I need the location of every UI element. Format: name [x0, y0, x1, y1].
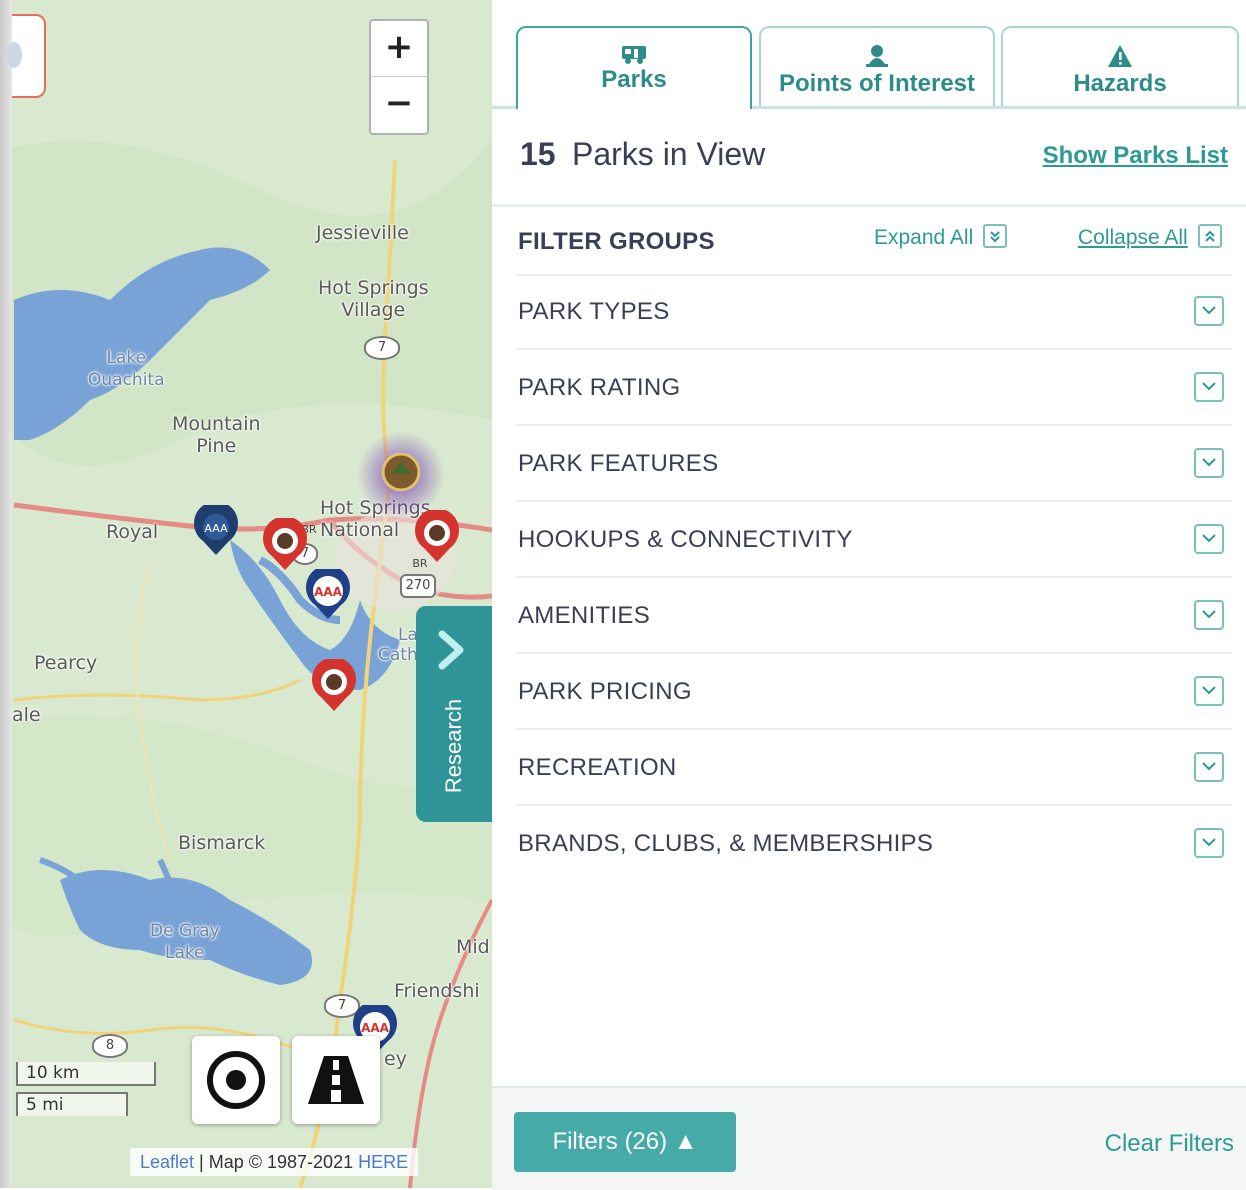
attribution-text: | Map © 1987-2021: [194, 1152, 359, 1172]
parks-count-label: Parks in View: [572, 136, 766, 172]
filter-label: AMENITIES: [518, 602, 651, 629]
chevron-down-icon: [1194, 752, 1224, 782]
filter-list: PARK TYPES PARK RATING PARK FEATURES HOO…: [516, 274, 1232, 880]
research-label: Research: [441, 698, 466, 794]
filter-park-types[interactable]: PARK TYPES: [516, 274, 1232, 350]
filter-label: BRANDS, CLUBS, & MEMBERSHIPS: [518, 830, 934, 857]
chevron-down-icon: [1194, 524, 1224, 554]
research-tab[interactable]: Research: [416, 606, 492, 822]
road-shield: 7: [364, 336, 400, 360]
road-shield: 270: [400, 574, 436, 598]
person-pin-icon: [866, 45, 888, 67]
place-label-cath: Cath: [378, 645, 418, 665]
filter-park-rating[interactable]: PARK RATING: [516, 350, 1232, 426]
park-marker[interactable]: [309, 659, 359, 713]
locate-button[interactable]: [192, 1036, 280, 1124]
tab-parks[interactable]: Parks: [516, 26, 752, 109]
zoom-out-button[interactable]: −: [371, 76, 427, 132]
expand-all-button[interactable]: Expand All: [874, 224, 1008, 250]
filter-label: PARK RATING: [518, 374, 681, 401]
park-marker[interactable]: [412, 510, 462, 564]
tab-bar: Parks Points of Interest Hazards: [492, 0, 1246, 109]
parks-count: 15: [520, 136, 556, 172]
place-label-friendship: Friendshi: [394, 980, 480, 1002]
chevron-down-icon: [1194, 448, 1224, 478]
warning-icon: [1108, 45, 1132, 67]
place-label-la: La: [398, 625, 418, 645]
chevron-down-icon: [1194, 600, 1224, 630]
road-shield: 8: [92, 1034, 128, 1058]
place-label-pearcy: Pearcy: [34, 652, 98, 674]
svg-text:AAA: AAA: [361, 1021, 390, 1035]
filter-label: PARK FEATURES: [518, 450, 719, 477]
place-label-ale: ale: [12, 704, 41, 726]
chevron-down-icon: [1194, 372, 1224, 402]
scale-mi: 5 mi: [16, 1092, 128, 1116]
filter-hookups-connectivity[interactable]: HOOKUPS & CONNECTIVITY: [516, 502, 1232, 578]
map-view[interactable]: + − Jessieville Hot Springs Village Lake…: [0, 0, 492, 1188]
map-control-button[interactable]: [6, 14, 46, 98]
svg-text:AAA: AAA: [204, 522, 228, 535]
filter-brands-clubs-memberships[interactable]: BRANDS, CLUBS, & MEMBERSHIPS: [516, 806, 1232, 880]
filter-label: RECREATION: [518, 754, 677, 781]
panel-footer: Filters (26) ▲ Clear Filters: [492, 1086, 1246, 1190]
filter-recreation[interactable]: RECREATION: [516, 730, 1232, 806]
place-label-de-gray-lake: De Gray Lake: [150, 921, 220, 963]
road-layer-button[interactable]: [292, 1036, 380, 1124]
filter-label: PARK TYPES: [518, 298, 670, 325]
chevron-right-icon: [438, 630, 464, 670]
aaa-marker[interactable]: AAA: [303, 569, 353, 621]
tab-label: Parks: [601, 66, 667, 93]
tab-label: Points of Interest: [778, 70, 976, 97]
filter-park-features[interactable]: PARK FEATURES: [516, 426, 1232, 502]
map-attribution: Leaflet | Map © 1987-2021 HERE: [130, 1148, 419, 1176]
parks-panel: Parks Points of Interest Hazards 15 Park…: [492, 0, 1246, 1190]
filter-groups-title: FILTER GROUPS: [518, 228, 715, 255]
zoom-control: + −: [369, 19, 429, 135]
road-icon: [308, 1056, 364, 1104]
collapse-all-button[interactable]: Collapse All: [1078, 224, 1222, 250]
place-label-royal: Royal: [106, 521, 159, 543]
svg-text:AAA: AAA: [314, 585, 343, 599]
expand-all-icon: [983, 224, 1008, 249]
tab-hazards[interactable]: Hazards: [1001, 26, 1239, 106]
filter-groups-header: FILTER GROUPS Expand All Collapse All: [516, 206, 1232, 276]
place-label-bismarck: Bismarck: [178, 832, 266, 854]
zoom-in-button[interactable]: +: [371, 21, 427, 76]
map-edge: [0, 0, 12, 1188]
show-parks-list-link[interactable]: Show Parks List: [1043, 142, 1228, 170]
collapse-all-label: Collapse All: [1078, 226, 1188, 249]
filter-amenities[interactable]: AMENITIES: [516, 578, 1232, 654]
tab-label: Hazards: [1073, 70, 1167, 97]
clear-filters-link[interactable]: Clear Filters: [1105, 1130, 1234, 1158]
chevron-down-icon: [1194, 828, 1224, 858]
filter-label: HOOKUPS & CONNECTIVITY: [518, 526, 853, 553]
place-label-mid: Mid: [456, 936, 490, 958]
collapse-all-icon: [1197, 224, 1222, 249]
filter-label: PARK PRICING: [518, 678, 692, 705]
leaflet-link[interactable]: Leaflet: [140, 1152, 194, 1172]
expand-all-label: Expand All: [874, 226, 974, 249]
here-link[interactable]: HERE: [358, 1152, 408, 1172]
rv-icon: [622, 46, 646, 64]
place-label-lake-ouachita: Lake Ouachita: [88, 348, 165, 390]
chevron-down-icon: [1194, 676, 1224, 706]
place-label-mountain-pine: Mountain Pine: [172, 413, 261, 457]
aaa-marker[interactable]: AAA: [191, 505, 241, 557]
locate-icon: [207, 1051, 265, 1109]
place-label-hot-springs-village: Hot Springs Village: [318, 277, 429, 321]
filters-button[interactable]: Filters (26) ▲: [514, 1112, 736, 1172]
parks-count-row: 15 Parks in View Show Parks List: [492, 106, 1246, 207]
filter-park-pricing[interactable]: PARK PRICING: [516, 654, 1232, 730]
park-marker[interactable]: [260, 518, 310, 572]
chevron-down-icon: [1194, 296, 1224, 326]
scale-km: 10 km: [16, 1062, 156, 1086]
place-label-jessieville: Jessieville: [316, 222, 409, 244]
tab-points-of-interest[interactable]: Points of Interest: [759, 26, 995, 106]
highlighted-park-marker[interactable]: [356, 430, 446, 520]
